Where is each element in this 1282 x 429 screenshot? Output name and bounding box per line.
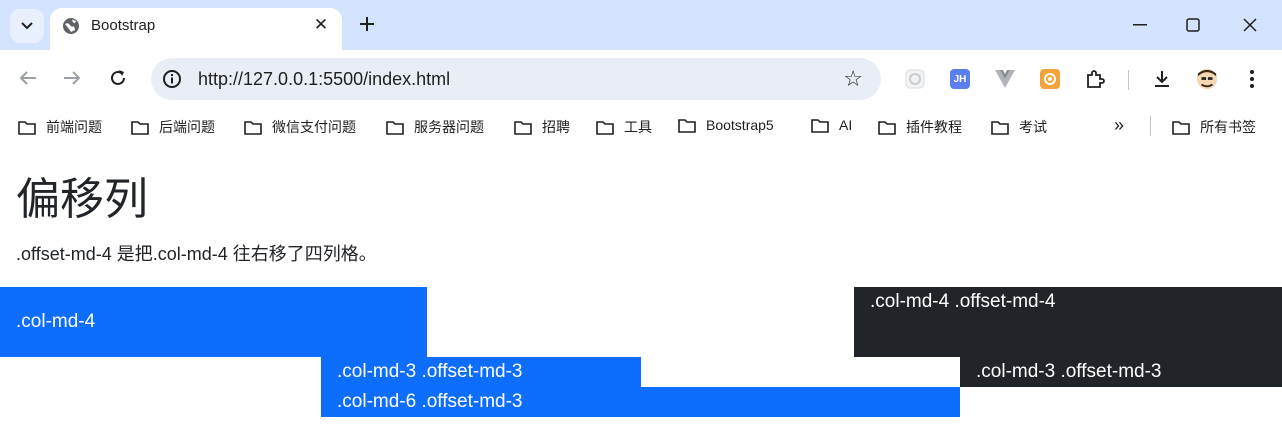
double-chevron-icon: »: [1114, 115, 1125, 135]
maximize-button[interactable]: [1170, 10, 1216, 40]
bookmark-label: 工具: [624, 119, 652, 135]
bookmark-folder[interactable]: 前端问题: [18, 117, 102, 137]
bookmark-label: 服务器问题: [414, 119, 484, 135]
page-description: .offset-md-4 是把.col-md-4 往右移了四列格。: [16, 244, 377, 264]
bookmark-label: AI: [839, 117, 853, 133]
close-icon: [1243, 18, 1257, 32]
bookmarks-bar: 前端问题 后端问题 微信支付问题 服务器问题 招聘 工具 Bootstrap5 …: [0, 108, 1282, 144]
col-md-4-offset-block: .col-md-4 .offset-md-4: [854, 287, 1282, 357]
plus-icon: [360, 17, 374, 31]
new-tab-button[interactable]: [355, 12, 379, 36]
globe-icon: [63, 18, 79, 34]
bookmark-folder[interactable]: 微信支付问题: [244, 117, 356, 137]
bookmark-folder[interactable]: 插件教程: [878, 117, 962, 137]
minimize-icon: [1133, 24, 1147, 26]
minimize-button[interactable]: [1117, 10, 1163, 40]
info-icon[interactable]: [162, 69, 182, 89]
back-button[interactable]: [14, 64, 42, 92]
folder-icon: [596, 120, 614, 135]
folder-icon: [991, 120, 1009, 135]
downloads-icon[interactable]: [1151, 68, 1173, 90]
all-bookmarks-folder[interactable]: 所有书签: [1172, 117, 1256, 137]
bookmark-folder[interactable]: 工具: [596, 117, 652, 137]
col-label: .col-md-3 .offset-md-3: [337, 361, 523, 382]
col-md-3-offset-dark-block: .col-md-3 .offset-md-3: [960, 357, 1282, 387]
more-menu-icon[interactable]: [1241, 68, 1263, 90]
col-label: .col-md-6 .offset-md-3: [337, 391, 523, 412]
arrow-left-icon: [19, 71, 36, 85]
tab-strip: Bootstrap ✕: [0, 0, 1282, 50]
orange-ext-glyph-icon: [1040, 69, 1060, 89]
folder-icon: [811, 118, 829, 133]
puzzle-icon: [1087, 70, 1105, 88]
page-title: 偏移列: [16, 175, 148, 224]
chevron-down-icon: [21, 22, 33, 30]
extension-glyph-icon: [905, 69, 925, 89]
close-window-button[interactable]: [1227, 10, 1273, 40]
folder-icon: [18, 120, 36, 135]
col-label: .col-md-4: [16, 311, 96, 332]
kebab-icon: [1250, 70, 1254, 88]
bookmark-folder[interactable]: 考试: [991, 117, 1047, 137]
bookmark-folder[interactable]: 招聘: [514, 117, 570, 137]
browser-toolbar: http://127.0.0.1:5500/index.html ☆ JH: [0, 50, 1282, 108]
bookmark-label: Bootstrap5: [706, 117, 774, 133]
col-md-6-offset-block: .col-md-6 .offset-md-3: [321, 387, 960, 417]
folder-icon: [131, 120, 149, 135]
bookmark-label: 前端问题: [46, 119, 102, 135]
folder-icon: [678, 118, 696, 133]
maximize-icon: [1186, 18, 1200, 32]
bookmark-star-icon[interactable]: ☆: [843, 66, 863, 92]
download-icon: [1155, 71, 1169, 87]
bookmark-folder[interactable]: Bootstrap5: [678, 117, 774, 133]
reload-button[interactable]: [104, 64, 132, 92]
bookmark-label: 后端问题: [159, 119, 215, 135]
bookmark-label: 招聘: [542, 119, 570, 135]
forward-button[interactable]: [58, 64, 86, 92]
folder-icon: [1172, 120, 1190, 135]
col-label: .col-md-4 .offset-md-4: [870, 291, 1056, 312]
jh-label: JH: [950, 69, 970, 89]
folder-icon: [386, 120, 404, 135]
extension-1-icon[interactable]: [904, 68, 926, 90]
close-tab-icon[interactable]: ✕: [310, 14, 332, 36]
bookmark-folder[interactable]: 服务器问题: [386, 117, 484, 137]
tab-search-button[interactable]: [10, 9, 44, 43]
reload-icon: [111, 70, 125, 85]
folder-icon: [244, 120, 262, 135]
tab-title: Bootstrap: [91, 17, 156, 34]
bookmark-folder[interactable]: 后端问题: [131, 117, 215, 137]
orange-extension-icon[interactable]: [1039, 68, 1061, 90]
vue-devtools-icon[interactable]: [994, 68, 1016, 90]
url-text[interactable]: http://127.0.0.1:5500/index.html: [198, 69, 450, 90]
arrow-right-icon: [64, 71, 81, 85]
address-bar[interactable]: http://127.0.0.1:5500/index.html ☆: [151, 58, 881, 100]
extensions-puzzle-icon[interactable]: [1084, 68, 1106, 90]
jh-extension-icon[interactable]: JH: [949, 68, 971, 90]
col-md-4-block: .col-md-4: [0, 287, 427, 357]
active-tab[interactable]: Bootstrap ✕: [50, 8, 342, 50]
vue-icon: [995, 70, 1015, 88]
toolbar-divider: [1128, 70, 1129, 90]
more-bookmarks-button[interactable]: »: [1114, 115, 1124, 136]
bookmark-label: 考试: [1019, 119, 1047, 135]
folder-icon: [514, 120, 532, 135]
all-bookmarks-label: 所有书签: [1200, 119, 1256, 135]
bookmark-label: 插件教程: [906, 119, 962, 135]
page-content: 偏移列 .offset-md-4 是把.col-md-4 往右移了四列格。 .c…: [0, 144, 1282, 429]
folder-icon: [878, 120, 896, 135]
profile-avatar[interactable]: [1196, 68, 1218, 90]
avatar-icon: [1196, 68, 1218, 90]
bookmark-folder[interactable]: AI: [811, 117, 852, 133]
col-md-3-offset-block: .col-md-3 .offset-md-3: [321, 357, 641, 387]
bookmark-label: 微信支付问题: [272, 119, 356, 135]
col-label: .col-md-3 .offset-md-3: [976, 361, 1162, 382]
bookmarks-divider: [1150, 116, 1151, 136]
